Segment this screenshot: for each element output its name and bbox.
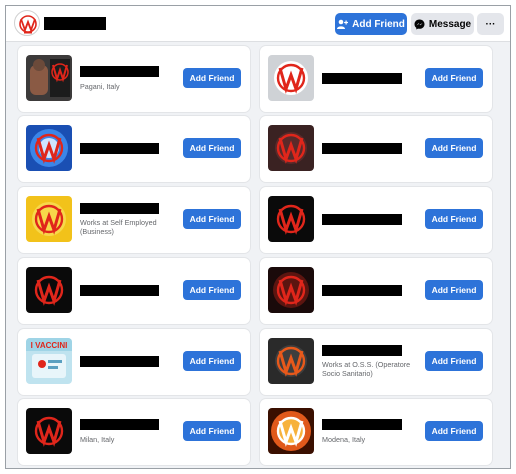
friend-name-redacted[interactable] <box>80 203 159 214</box>
red-w-logo-black-icon <box>26 408 72 454</box>
friend-avatar[interactable] <box>268 338 314 384</box>
add-friend-button[interactable]: Add Friend <box>335 13 407 35</box>
friend-name-redacted[interactable] <box>322 143 402 154</box>
friend-card: Add Friend <box>18 258 250 324</box>
add-friend-button[interactable]: Add Friend <box>425 68 483 88</box>
red-w-logo-yellow-icon <box>26 196 72 242</box>
message-label: Message <box>428 18 472 30</box>
friend-name-redacted[interactable] <box>322 214 402 225</box>
friend-avatar[interactable] <box>268 55 314 101</box>
w-logo-dark-circle-icon <box>268 338 314 384</box>
add-person-icon <box>337 19 349 29</box>
add-friend-button[interactable]: Add Friend <box>183 421 241 441</box>
friend-avatar[interactable] <box>268 267 314 313</box>
friend-card: Modena, Italy Add Friend <box>260 399 492 465</box>
friend-avatar[interactable] <box>26 125 72 171</box>
friend-name-redacted[interactable] <box>80 143 159 154</box>
red-w-logo-glow-icon <box>268 267 314 313</box>
warrior-with-w-logo-icon <box>26 55 72 101</box>
add-friend-button[interactable]: Add Friend <box>425 421 483 441</box>
red-w-logo-dark-icon <box>268 125 314 171</box>
friend-name-redacted[interactable] <box>322 285 402 296</box>
page-header: Add Friend Message ··· <box>6 6 510 42</box>
add-friend-button[interactable]: Add Friend <box>183 209 241 229</box>
friend-subtitle: Modena, Italy <box>322 435 366 444</box>
friend-card: Milan, Italy Add Friend <box>18 399 250 465</box>
friend-card: Pagani, Italy Add Friend <box>18 46 250 112</box>
w-logo-fire-burst-icon <box>268 408 314 454</box>
friend-avatar[interactable] <box>26 267 72 313</box>
more-icon: ··· <box>485 18 496 30</box>
w-logo-blue-burst-icon <box>26 125 72 171</box>
add-friend-button[interactable]: Add Friend <box>425 280 483 300</box>
friend-card: I VACCINI Add Friend <box>18 329 250 395</box>
message-button[interactable]: Message <box>411 13 474 35</box>
friend-subtitle: Works at O.S.S. (Operatore Socio Sanitar… <box>322 360 411 378</box>
friend-card: Add Friend <box>260 258 492 324</box>
friend-subtitle: Milan, Italy <box>80 435 115 444</box>
friend-name-redacted[interactable] <box>322 419 402 430</box>
i-vaccini-poster-icon: I VACCINI <box>26 338 72 384</box>
add-friend-label: Add Friend <box>352 18 405 30</box>
more-options-button[interactable]: ··· <box>477 13 504 35</box>
friend-avatar[interactable] <box>26 196 72 242</box>
poster-text: I VACCINI <box>31 341 68 350</box>
friend-card: Add Friend <box>18 116 250 182</box>
friend-name-redacted[interactable] <box>80 285 159 296</box>
add-friend-button[interactable]: Add Friend <box>183 138 241 158</box>
friend-card: Add Friend <box>260 187 492 253</box>
red-w-logo-grey-background-icon <box>268 55 314 101</box>
friend-name-redacted[interactable] <box>322 73 402 84</box>
page-avatar[interactable] <box>14 10 40 36</box>
friend-card: Works at Self Employed (Business) Add Fri… <box>18 187 250 253</box>
friend-avatar[interactable] <box>26 55 72 101</box>
friend-card: Add Friend <box>260 116 492 182</box>
friend-avatar[interactable] <box>268 125 314 171</box>
page-name-redacted <box>44 17 106 30</box>
friend-avatar[interactable] <box>26 408 72 454</box>
red-w-logo-black-icon <box>26 267 72 313</box>
add-friend-button[interactable]: Add Friend <box>183 280 241 300</box>
friend-name-redacted[interactable] <box>80 66 159 77</box>
add-friend-button[interactable]: Add Friend <box>425 209 483 229</box>
w-logo-icon <box>19 15 37 34</box>
friend-subtitle: Pagani, Italy <box>80 82 120 91</box>
add-friend-button[interactable]: Add Friend <box>425 351 483 371</box>
friend-subtitle: Works at Self Employed (Business) <box>80 218 157 236</box>
friend-card: Add Friend <box>260 46 492 112</box>
friend-avatar[interactable]: I VACCINI <box>26 338 72 384</box>
friend-avatar[interactable] <box>268 408 314 454</box>
friend-avatar[interactable] <box>268 196 314 242</box>
red-w-logo-black-icon <box>268 196 314 242</box>
add-friend-button[interactable]: Add Friend <box>183 351 241 371</box>
messenger-icon <box>414 19 425 29</box>
friend-name-redacted[interactable] <box>322 345 402 356</box>
friend-card: Works at O.S.S. (Operatore Socio Sanitar… <box>260 329 492 395</box>
friend-name-redacted[interactable] <box>80 419 159 430</box>
friend-name-redacted[interactable] <box>80 356 159 367</box>
add-friend-button[interactable]: Add Friend <box>183 68 241 88</box>
add-friend-button[interactable]: Add Friend <box>425 138 483 158</box>
browser-frame: Add Friend Message ··· Pagani, Italy Add … <box>5 5 511 469</box>
